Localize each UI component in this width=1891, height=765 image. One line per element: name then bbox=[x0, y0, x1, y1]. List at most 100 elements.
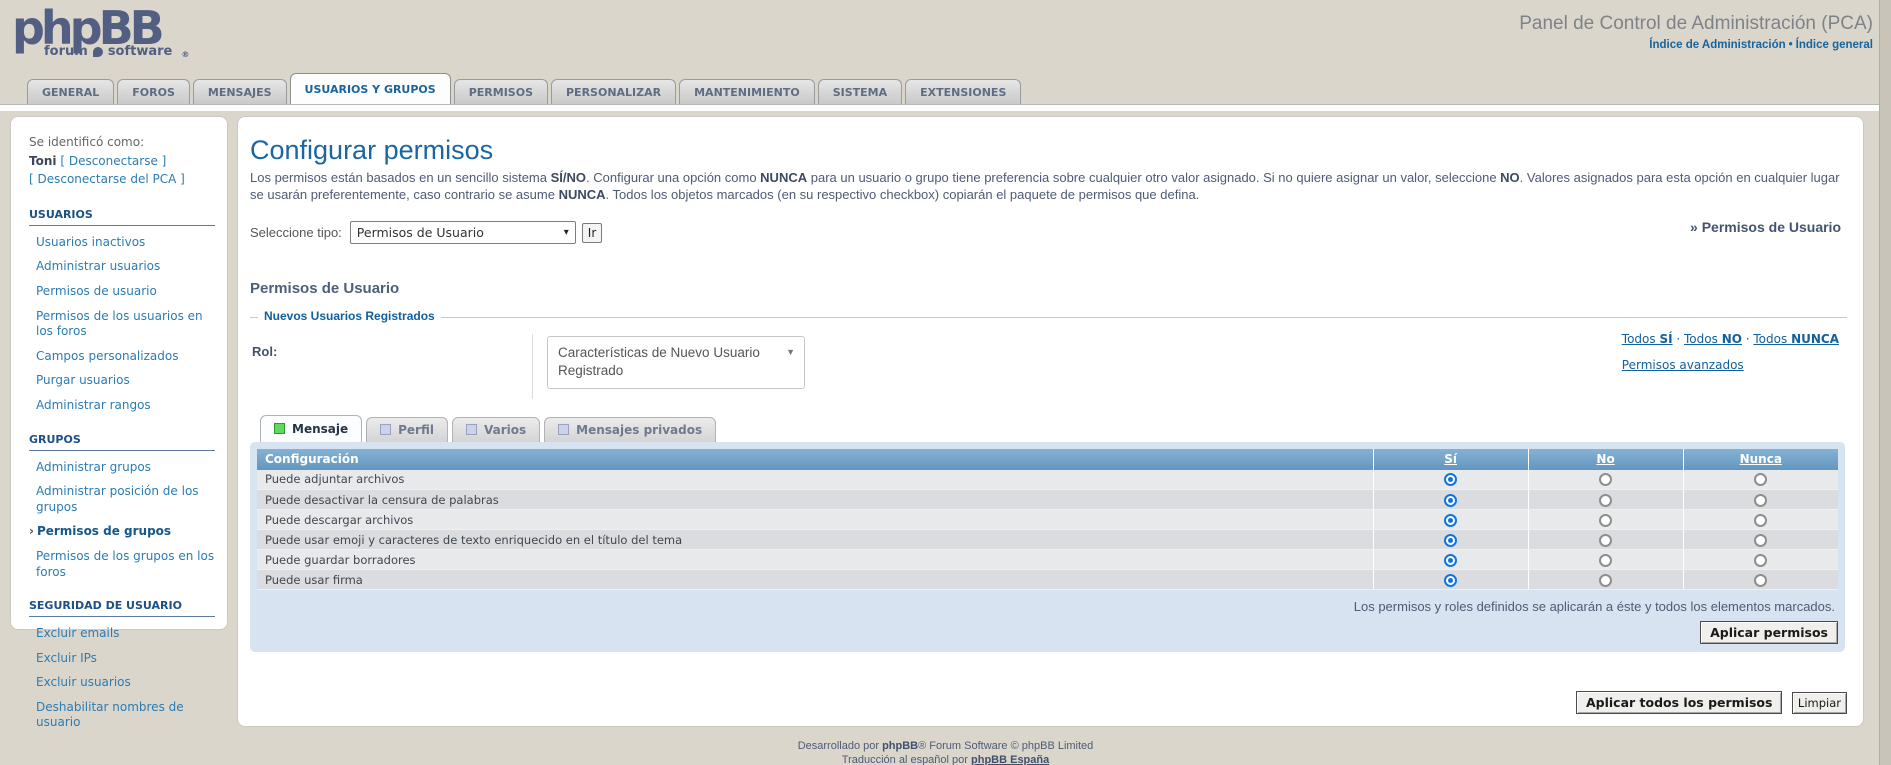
column-header-no[interactable]: No bbox=[1528, 449, 1683, 470]
option-cell-nunca bbox=[1683, 490, 1838, 510]
sidebar-item-permisos-de-los-usuarios-en-los-foros[interactable]: Permisos de los usuarios en los foros bbox=[36, 309, 217, 340]
phpbb-logo[interactable]: phpBB forum software ® bbox=[12, 4, 189, 59]
speech-bubble-icon bbox=[93, 47, 103, 57]
permission-label: Puede usar emoji y caracteres de texto e… bbox=[257, 530, 1373, 550]
option-cell-si bbox=[1373, 470, 1528, 490]
radio-nunca[interactable] bbox=[1754, 534, 1767, 547]
sidebar-item-administrar-grupos[interactable]: Administrar grupos bbox=[36, 460, 217, 476]
type-select-value: Permisos de Usuario bbox=[357, 225, 484, 240]
apply-all-permissions-button[interactable]: Aplicar todos los permisos bbox=[1576, 691, 1782, 714]
go-button[interactable]: Ir bbox=[582, 223, 602, 243]
radio-nunca[interactable] bbox=[1754, 473, 1767, 486]
nav-tab-sistema[interactable]: SISTEMA bbox=[818, 79, 902, 104]
set-all-link-s[interactable]: Todos SÍ bbox=[1622, 332, 1673, 346]
column-header-never[interactable]: Nunca bbox=[1683, 449, 1838, 470]
radio-si[interactable] bbox=[1444, 514, 1457, 527]
active-item-arrow-icon: › bbox=[29, 524, 34, 538]
chevron-down-icon: ▾ bbox=[564, 227, 569, 238]
checkbox-icon[interactable] bbox=[466, 424, 477, 435]
nav-tab-mantenimiento[interactable]: MANTENIMIENTO bbox=[679, 79, 815, 104]
board-index-link[interactable]: Índice general bbox=[1796, 39, 1873, 51]
checkbox-icon[interactable] bbox=[274, 423, 285, 434]
option-cell-si bbox=[1373, 570, 1528, 590]
radio-no[interactable] bbox=[1599, 494, 1612, 507]
set-all-links-row: Todos SÍ · Todos NO · Todos NUNCA bbox=[1622, 332, 1839, 346]
scrollbar[interactable] bbox=[1879, 0, 1891, 765]
logout-pca-link[interactable]: [ Desconectarse del PCA ] bbox=[29, 172, 185, 186]
breadcrumb-label: Permisos de Usuario bbox=[1702, 219, 1841, 235]
radio-nunca[interactable] bbox=[1754, 514, 1767, 527]
option-cell-nunca bbox=[1683, 570, 1838, 590]
sidebar-item-deshabilitar-nombres-de-usuario[interactable]: Deshabilitar nombres de usuario bbox=[36, 700, 217, 731]
radio-nunca[interactable] bbox=[1754, 554, 1767, 567]
nav-tab-personalizar[interactable]: PERSONALIZAR bbox=[551, 79, 676, 104]
admin-index-link[interactable]: Índice de Administración bbox=[1649, 39, 1785, 51]
nav-tab-extensiones[interactable]: EXTENSIONES bbox=[905, 79, 1021, 104]
sidebar-item-excluir-emails[interactable]: Excluir emails bbox=[36, 626, 217, 642]
option-cell-nunca bbox=[1683, 470, 1838, 490]
radio-no[interactable] bbox=[1599, 554, 1612, 567]
nav-tab-mensajes[interactable]: MENSAJES bbox=[193, 79, 287, 104]
sidebar-item-label: Purgar usuarios bbox=[36, 373, 130, 387]
radio-si[interactable] bbox=[1444, 494, 1457, 507]
permission-tab-varios[interactable]: Varios bbox=[452, 417, 540, 442]
set-all-link-no[interactable]: Todos NO bbox=[1684, 332, 1742, 346]
sidebar-menu: Se identificó como: Toni [ Desconectarse… bbox=[10, 116, 228, 630]
radio-no[interactable] bbox=[1599, 574, 1612, 587]
sidebar-item-excluir-usuarios[interactable]: Excluir usuarios bbox=[36, 675, 217, 691]
permission-type-select[interactable]: Permisos de Usuario ▾ bbox=[350, 221, 576, 244]
sidebar-item-purgar-usuarios[interactable]: Purgar usuarios bbox=[36, 373, 217, 389]
nav-tab-foros[interactable]: FOROS bbox=[117, 79, 190, 104]
phpbb-espana-link[interactable]: phpBB España bbox=[971, 754, 1049, 765]
radio-si[interactable] bbox=[1444, 534, 1457, 547]
permission-tab-mensajes-privados[interactable]: Mensajes privados bbox=[544, 417, 716, 442]
sidebar-item-administrar-usuarios[interactable]: Administrar usuarios bbox=[36, 259, 217, 275]
apply-button-row: Aplicar permisos bbox=[257, 621, 1838, 644]
radio-no[interactable] bbox=[1599, 514, 1612, 527]
sidebar-item-usuarios-inactivos[interactable]: Usuarios inactivos bbox=[36, 235, 217, 251]
type-selector-row: Seleccione tipo: Permisos de Usuario ▾ I… bbox=[250, 221, 1847, 244]
page-title: Configurar permisos bbox=[250, 135, 1847, 166]
sidebar-item-label: Excluir emails bbox=[36, 626, 119, 640]
sidebar-item-permisos-de-los-grupos-en-los-foros[interactable]: Permisos de los grupos en los foros bbox=[36, 549, 217, 580]
checkbox-icon[interactable] bbox=[558, 424, 569, 435]
radio-no[interactable] bbox=[1599, 534, 1612, 547]
logo-forum-label: forum bbox=[44, 44, 88, 59]
set-all-link-nunca[interactable]: Todos NUNCA bbox=[1753, 332, 1839, 346]
section-title: Permisos de Usuario bbox=[250, 280, 1847, 297]
radio-nunca[interactable] bbox=[1754, 574, 1767, 587]
sidebar-item-permisos-de-grupos[interactable]: ›Permisos de grupos bbox=[29, 524, 217, 540]
permission-tab-perfil[interactable]: Perfil bbox=[366, 417, 448, 442]
radio-si[interactable] bbox=[1444, 554, 1457, 567]
logout-link[interactable]: [ Desconectarse ] bbox=[60, 154, 166, 168]
footer-text: Desarrollado por bbox=[798, 740, 882, 752]
column-header-yes[interactable]: Sí bbox=[1373, 449, 1528, 470]
role-select[interactable]: Características de Nuevo Usuario Registr… bbox=[547, 336, 805, 388]
advanced-permissions-link[interactable]: Permisos avanzados bbox=[1622, 358, 1744, 372]
option-cell-nunca bbox=[1683, 530, 1838, 550]
radio-si[interactable] bbox=[1444, 473, 1457, 486]
sidebar-item-permisos-de-usuario[interactable]: Permisos de usuario bbox=[36, 284, 217, 300]
sidebar-item-administrar-posici-n-de-los-grupos[interactable]: Administrar posición de los grupos bbox=[36, 484, 217, 515]
permission-tab-mensaje[interactable]: Mensaje bbox=[260, 415, 362, 442]
apply-permissions-button[interactable]: Aplicar permisos bbox=[1700, 621, 1838, 644]
nav-tab-permisos[interactable]: PERMISOS bbox=[454, 79, 548, 104]
nav-tab-general[interactable]: GENERAL bbox=[27, 79, 114, 104]
checkbox-icon[interactable] bbox=[380, 424, 391, 435]
login-info: Se identificó como: Toni [ Desconectarse… bbox=[29, 133, 217, 189]
option-cell-no bbox=[1528, 470, 1683, 490]
bottom-buttons: Aplicar todos los permisos Limpiar bbox=[1571, 691, 1847, 714]
sidebar-item-administrar-rangos[interactable]: Administrar rangos bbox=[36, 398, 217, 414]
separator: · bbox=[1742, 332, 1753, 346]
radio-no[interactable] bbox=[1599, 473, 1612, 486]
sidebar-item-campos-personalizados[interactable]: Campos personalizados bbox=[36, 349, 217, 365]
sidebar-item-label: Administrar posición de los grupos bbox=[36, 484, 199, 514]
header-links: Índice de Administración•Índice general bbox=[1519, 39, 1873, 51]
nav-tab-usuarios-y-grupos[interactable]: USUARIOS Y GRUPOS bbox=[290, 73, 451, 104]
sidebar-item-excluir-ips[interactable]: Excluir IPs bbox=[36, 651, 217, 667]
reset-button[interactable]: Limpiar bbox=[1792, 692, 1847, 714]
radio-nunca[interactable] bbox=[1754, 494, 1767, 507]
sidebar-item-label: Permisos de los grupos en los foros bbox=[36, 549, 214, 579]
radio-si[interactable] bbox=[1444, 574, 1457, 587]
phpbb-link[interactable]: phpBB bbox=[882, 740, 918, 752]
